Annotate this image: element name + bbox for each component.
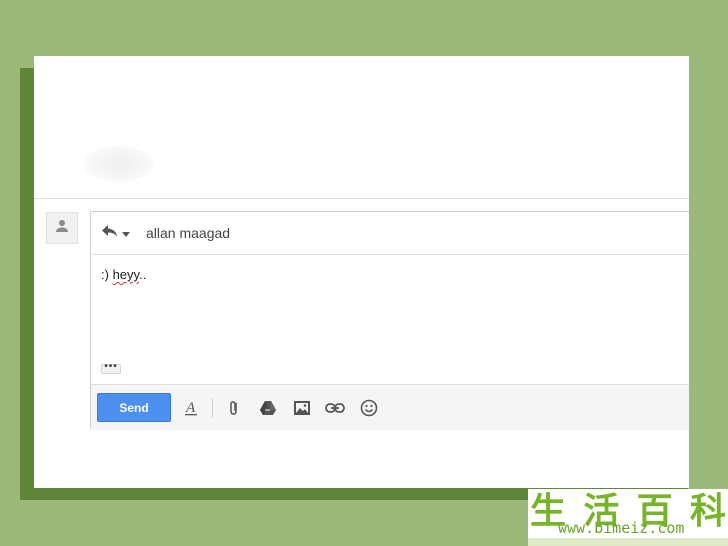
chevron-down-icon <box>122 224 130 242</box>
format-text-icon[interactable]: A <box>180 397 202 419</box>
link-icon[interactable] <box>324 397 346 419</box>
watermark-char: 生 <box>530 491 569 532</box>
reply-compose-box: allan maagad :) heyy.. ••• Send A <box>90 211 689 430</box>
watermark-url: www.bimeiz.com <box>558 519 685 537</box>
show-trimmed-content-button[interactable]: ••• <box>101 362 121 374</box>
emoji-icon[interactable] <box>358 397 380 419</box>
toolbar-separator <box>212 398 213 418</box>
send-button[interactable]: Send <box>97 393 171 422</box>
svg-text:A: A <box>185 400 196 416</box>
thread-divider <box>34 198 689 199</box>
attach-icon[interactable] <box>223 397 245 419</box>
watermark-bar <box>528 538 728 546</box>
watermark-char: 百 <box>636 491 675 532</box>
compose-header: allan maagad <box>91 212 689 255</box>
compose-toolbar: Send A <box>91 384 689 430</box>
watermark-logo: 生 活 百 科 <box>530 482 728 532</box>
avatar <box>46 212 78 244</box>
watermark-char: 科 <box>689 491 728 532</box>
person-icon <box>53 217 71 240</box>
drive-icon[interactable] <box>257 397 279 419</box>
reply-type-dropdown[interactable] <box>101 223 131 243</box>
recipient-name[interactable]: allan maagad <box>146 225 230 241</box>
message-body[interactable]: :) heyy.. <box>101 267 146 282</box>
reply-arrow-icon <box>101 224 119 243</box>
photo-icon[interactable] <box>291 397 313 419</box>
email-card: allan maagad :) heyy.. ••• Send A <box>34 56 689 488</box>
watermark-char: 活 <box>583 491 622 532</box>
blurred-content <box>84 146 154 182</box>
body-text-misspelled: heyy <box>112 267 140 282</box>
body-text-suffix: .. <box>139 267 147 282</box>
body-text-prefix: :) <box>101 267 109 282</box>
